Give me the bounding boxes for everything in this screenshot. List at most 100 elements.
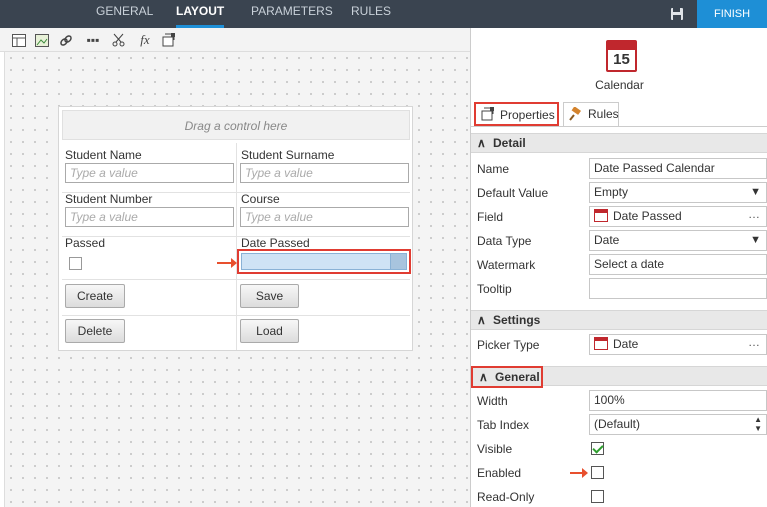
row-divider — [62, 236, 410, 237]
property-label: Tab Index — [477, 418, 530, 432]
calendar-icon: 15 — [606, 40, 637, 72]
gavel-icon — [569, 107, 581, 121]
stepper-arrows-icon: ▲ ▼ — [754, 415, 762, 433]
property-label: Watermark — [477, 258, 536, 272]
tab-parameters[interactable]: PARAMETERS — [251, 0, 333, 28]
enabled-checkbox[interactable] — [591, 466, 604, 479]
row-divider — [62, 279, 410, 280]
tab-rules-panel[interactable]: Rules — [563, 102, 619, 126]
collapse-icon: ∧ — [477, 313, 486, 327]
tab-layout[interactable]: LAYOUT — [176, 0, 225, 28]
property-label: Name — [477, 162, 510, 176]
tab-properties[interactable]: Properties — [474, 102, 559, 126]
property-row: Read-Only — [471, 486, 767, 507]
delete-button[interactable]: Delete — [65, 319, 125, 343]
student-number-input[interactable]: Type a value — [65, 207, 234, 227]
property-label: Enabled — [477, 466, 522, 480]
date-passed-calendar-field[interactable] — [241, 253, 407, 270]
property-label: Tooltip — [477, 282, 512, 296]
passed-label: Passed — [65, 236, 106, 250]
save-button[interactable]: Save — [240, 284, 299, 308]
name-input[interactable]: Date Passed Calendar — [589, 158, 767, 179]
field-picker[interactable]: Date Passed… — [589, 206, 767, 227]
chevron-down-icon: ▼ — [750, 186, 761, 198]
drop-zone[interactable]: Drag a control here — [62, 110, 410, 140]
read-only-checkbox[interactable] — [591, 490, 604, 503]
property-label: Field — [477, 210, 504, 224]
watermark-input[interactable]: Select a date — [589, 254, 767, 275]
property-row: Watermark Select a date — [471, 254, 767, 278]
student-surname-input[interactable]: Type a value — [240, 163, 409, 183]
general-section-header[interactable]: ∧ General — [471, 366, 543, 388]
cut-icon[interactable] — [110, 32, 128, 48]
tab-rules-label: Rules — [588, 107, 619, 121]
course-input[interactable]: Type a value — [240, 207, 409, 227]
image-edit-icon[interactable] — [33, 32, 51, 48]
settings-section-header[interactable]: ∧ Settings — [471, 310, 767, 330]
save-icon[interactable] — [660, 0, 694, 28]
property-row: Enabled — [471, 462, 767, 486]
finish-button[interactable]: FINISH — [697, 0, 767, 28]
column-divider — [236, 143, 237, 350]
annotation-arrow — [217, 258, 237, 268]
course-label: Course — [241, 192, 280, 206]
property-label: Picker Type — [477, 338, 540, 352]
passed-checkbox[interactable] — [69, 257, 82, 270]
property-label: Data Type — [477, 234, 532, 248]
data-type-select[interactable]: Date ▼ — [589, 230, 767, 251]
property-row: Data Type Date ▼ — [471, 230, 767, 254]
student-name-label: Student Name — [65, 148, 142, 162]
detail-section-header[interactable]: ∧ Detail — [471, 133, 767, 153]
tab-index-stepper[interactable]: (Default) ▲ ▼ — [589, 414, 767, 435]
student-name-input[interactable]: Type a value — [65, 163, 234, 183]
expression-icon[interactable]: fx — [136, 32, 154, 48]
tab-rules[interactable]: RULES — [351, 0, 391, 28]
tooltip-input[interactable] — [589, 278, 767, 299]
collapse-icon: ∧ — [479, 370, 488, 384]
default-value-select[interactable]: Empty ▼ — [589, 182, 767, 203]
property-row: Default Value Empty ▼ — [471, 182, 767, 206]
annotation-arrow — [570, 468, 588, 478]
property-row: Width 100% — [471, 390, 767, 414]
width-input[interactable]: 100% — [589, 390, 767, 411]
property-label: Read-Only — [477, 490, 535, 504]
ellipsis-icon: … — [748, 207, 760, 221]
more-icon[interactable]: ▪▪▪ — [84, 32, 102, 48]
student-number-label: Student Number — [65, 192, 153, 206]
property-row: Tab Index (Default) ▲ ▼ — [471, 414, 767, 438]
date-passed-highlight — [237, 249, 411, 274]
tab-general[interactable]: GENERAL — [96, 0, 153, 28]
chevron-down-icon: ▼ — [750, 234, 761, 246]
table-layout-icon[interactable] — [10, 32, 28, 48]
link-icon[interactable] — [57, 32, 75, 48]
property-label: Visible — [477, 442, 513, 456]
control-type-title: Calendar — [595, 78, 644, 92]
detail-section-title: Detail — [493, 136, 526, 150]
calendar-dropdown-icon[interactable] — [390, 254, 406, 269]
designer-toolbar: ▪▪▪ fx — [0, 28, 470, 52]
create-button[interactable]: Create — [65, 284, 125, 308]
property-row: Visible — [471, 438, 767, 462]
ellipsis-icon: … — [748, 335, 760, 349]
date-passed-label: Date Passed — [241, 236, 310, 250]
tab-properties-label: Properties — [500, 108, 555, 122]
student-surname-label: Student Surname — [241, 148, 335, 162]
row-divider — [62, 315, 410, 316]
property-label: Width — [477, 394, 508, 408]
property-row: Name Date Passed Calendar — [471, 158, 767, 182]
property-row: Tooltip — [471, 278, 767, 302]
properties-icon[interactable] — [160, 32, 178, 48]
calendar-icon — [594, 209, 608, 222]
calendar-icon-day: 15 — [613, 51, 630, 68]
load-button[interactable]: Load — [240, 319, 299, 343]
visible-checkbox[interactable] — [591, 442, 604, 455]
property-label: Default Value — [477, 186, 549, 200]
general-section-title: General — [495, 370, 540, 384]
collapse-icon: ∧ — [477, 136, 486, 150]
property-row: Field Date Passed… — [471, 206, 767, 230]
top-navigation-bar: GENERAL LAYOUT PARAMETERS RULES FINISH — [0, 0, 767, 28]
picker-type-picker[interactable]: Date… — [589, 334, 767, 355]
property-row: Picker Type Date… — [471, 334, 767, 358]
settings-section-title: Settings — [493, 313, 541, 327]
calendar-icon — [594, 337, 608, 350]
